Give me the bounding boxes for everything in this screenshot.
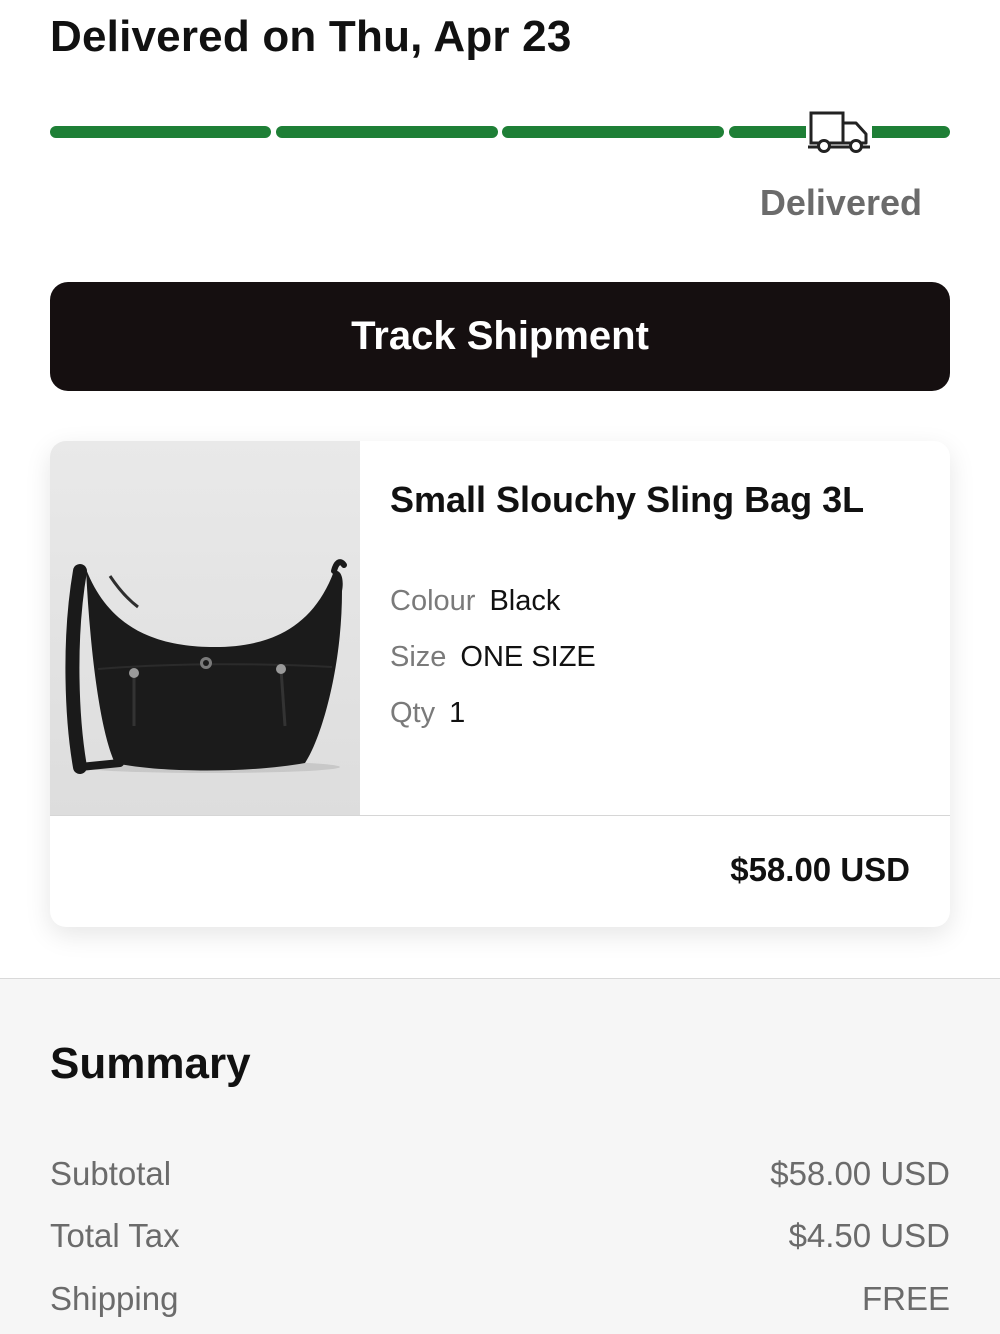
summary-heading: Summary	[50, 1039, 251, 1088]
colour-label: Colour	[390, 585, 476, 617]
track-shipment-button[interactable]: Track Shipment	[50, 282, 950, 391]
summary-row-subtotal: Subtotal $58.00 USD	[50, 1155, 950, 1199]
summary-row-value: $58.00 USD	[770, 1155, 950, 1192]
order-detail-section: Delivered on Thu, Apr 23 Delivered Track…	[0, 0, 1000, 978]
product-colour-row: Colour Black	[390, 585, 560, 618]
card-divider	[50, 815, 950, 816]
truck-icon	[806, 108, 872, 156]
product-name[interactable]: Small Slouchy Sling Bag 3L	[390, 479, 864, 521]
colour-value: Black	[489, 585, 561, 617]
progress-segment-1	[50, 126, 271, 138]
order-item-card[interactable]: Small Slouchy Sling Bag 3L Colour Black S…	[50, 441, 950, 927]
summary-row-value: FREE	[861, 1280, 950, 1317]
summary-row-tax: Total Tax $4.50 USD	[50, 1217, 950, 1261]
delivery-date-heading: Delivered on Thu, Apr 23	[50, 12, 572, 61]
size-value: ONE SIZE	[460, 641, 596, 673]
qty-label: Qty	[390, 697, 436, 729]
qty-value: 1	[449, 697, 466, 729]
product-size-row: Size ONE SIZE	[390, 641, 596, 674]
product-qty-row: Qty 1	[390, 697, 465, 730]
product-image[interactable]	[50, 441, 360, 815]
order-summary-section: Summary Subtotal $58.00 USD Total Tax $4…	[0, 978, 1000, 1334]
summary-row-label: Subtotal	[50, 1155, 172, 1192]
summary-row-label: Total Tax	[50, 1217, 180, 1254]
sling-bag-illustration	[65, 559, 347, 774]
summary-row-label: Shipping	[50, 1280, 179, 1317]
delivery-status-label: Delivered	[759, 182, 922, 223]
summary-row-shipping: Shipping FREE	[50, 1280, 950, 1324]
summary-row-value: $4.50 USD	[788, 1217, 950, 1254]
size-label: Size	[390, 641, 447, 673]
progress-segment-3	[502, 126, 724, 138]
item-price: $58.00 USD	[730, 851, 910, 888]
progress-segment-2	[276, 126, 498, 138]
